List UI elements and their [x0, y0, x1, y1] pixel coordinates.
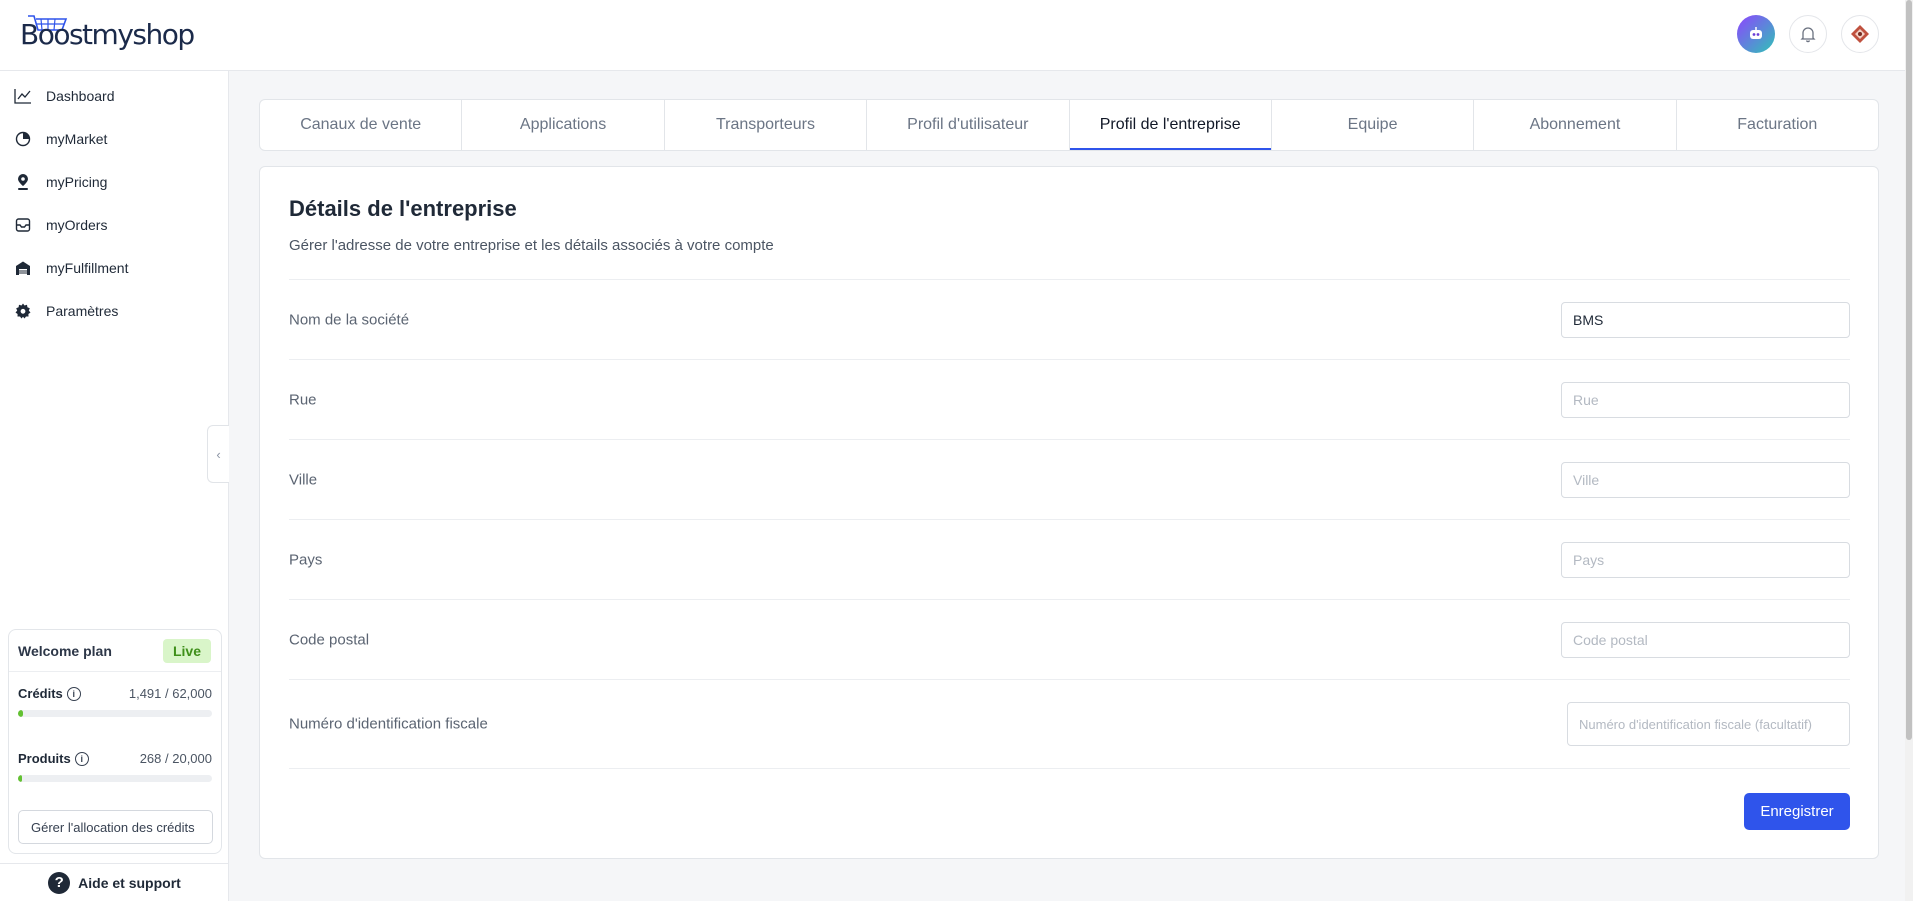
- inbox-icon: [14, 216, 32, 234]
- ai-assistant-button[interactable]: [1737, 15, 1775, 53]
- form-row-city: Ville: [289, 439, 1850, 519]
- sidebar-item-dashboard[interactable]: Dashboard: [0, 74, 228, 117]
- robot-icon: [1750, 27, 1762, 39]
- sidebar-item-label: myFulfillment: [46, 259, 129, 276]
- help-label: Aide et support: [78, 874, 181, 891]
- credits-progress-bar: [18, 710, 212, 717]
- info-icon[interactable]: i: [66, 686, 81, 701]
- boostmyshop-logo[interactable]: Boostmyshop: [20, 14, 195, 56]
- page-scrollbar[interactable]: [1905, 0, 1913, 901]
- postal-code-input[interactable]: [1561, 621, 1850, 658]
- street-label: Rue: [289, 391, 317, 408]
- postal-code-label: Code postal: [289, 631, 370, 648]
- company-name-label: Nom de la société: [289, 311, 410, 328]
- plan-name: Welcome plan: [18, 642, 112, 659]
- sidebar-item-label: myPricing: [46, 173, 108, 190]
- settings-tabs: Canaux de vente Applications Transporteu…: [259, 99, 1879, 151]
- city-input[interactable]: [1561, 461, 1850, 498]
- sidebar-item-mypricing[interactable]: myPricing: [0, 160, 228, 203]
- tab-equipe[interactable]: Equipe: [1272, 100, 1475, 150]
- form-row-country: Pays: [289, 519, 1850, 599]
- products-label: Produits: [18, 751, 71, 766]
- credits-value: 1,491 / 62,000: [128, 686, 212, 701]
- gear-icon: [14, 302, 32, 320]
- tab-canaux-de-vente[interactable]: Canaux de vente: [260, 100, 463, 150]
- form-row-street: Rue: [289, 359, 1850, 439]
- tax-id-input[interactable]: [1567, 702, 1850, 746]
- form-row-company-name: Nom de la société: [289, 279, 1850, 359]
- pie-chart-icon: [14, 130, 32, 148]
- top-header: Boostmyshop: [0, 0, 1913, 71]
- credits-progress-fill: [18, 710, 23, 717]
- help-support-link[interactable]: ? Aide et support: [0, 863, 229, 901]
- company-name-input[interactable]: [1561, 301, 1850, 338]
- user-avatar-button[interactable]: [1841, 15, 1879, 53]
- sidebar-item-mymarket[interactable]: myMarket: [0, 117, 228, 160]
- pin-icon: [14, 173, 32, 191]
- tax-id-label: Numéro d'identification fiscale: [289, 715, 488, 733]
- page-title: Détails de l'entreprise: [289, 196, 517, 221]
- form-row-tax-id: Numéro d'identification fiscale: [289, 679, 1850, 769]
- sidebar-item-label: myMarket: [46, 130, 108, 147]
- bell-icon: [1800, 27, 1816, 43]
- country-label: Pays: [289, 551, 323, 568]
- notifications-button[interactable]: [1789, 15, 1827, 53]
- save-button[interactable]: Enregistrer: [1744, 793, 1850, 830]
- status-badge: Live: [162, 638, 211, 663]
- city-label: Ville: [289, 471, 318, 488]
- tab-transporteurs[interactable]: Transporteurs: [665, 100, 868, 150]
- country-input[interactable]: [1561, 541, 1850, 578]
- logo-text: Boostmyshop: [20, 18, 195, 51]
- sidebar: Dashboard myMarket myPricing myOrders my…: [0, 71, 229, 901]
- chevron-left-icon: ‹: [216, 446, 221, 462]
- question-icon: ?: [48, 871, 71, 894]
- sidebar-item-myorders[interactable]: myOrders: [0, 203, 228, 246]
- plan-card: Welcome plan Live Crédits i 1,491 / 62,0…: [8, 629, 222, 854]
- sidebar-item-parametres[interactable]: Paramètres: [0, 289, 228, 332]
- page-subtitle: Gérer l'adresse de votre entreprise et l…: [289, 237, 774, 254]
- tab-facturation[interactable]: Facturation: [1677, 100, 1878, 150]
- tab-profil-utilisateur[interactable]: Profil d'utilisateur: [867, 100, 1070, 150]
- products-progress-fill: [18, 775, 22, 782]
- sidebar-item-label: Dashboard: [46, 87, 115, 104]
- credits-label: Crédits: [18, 686, 63, 701]
- info-icon[interactable]: i: [74, 751, 89, 766]
- sidebar-item-label: myOrders: [46, 216, 108, 233]
- avatar-icon: [1851, 25, 1869, 43]
- tab-applications[interactable]: Applications: [462, 100, 665, 150]
- credits-meter: Crédits i 1,491 / 62,000: [9, 686, 221, 717]
- form-row-postal-code: Code postal: [289, 599, 1850, 679]
- products-value: 268 / 20,000: [139, 751, 212, 766]
- products-progress-bar: [18, 775, 212, 782]
- tab-abonnement[interactable]: Abonnement: [1474, 100, 1677, 150]
- warehouse-icon: [14, 259, 32, 277]
- chart-line-icon: [14, 87, 32, 105]
- sidebar-item-label: Paramètres: [46, 302, 119, 319]
- sidebar-item-myfulfillment[interactable]: myFulfillment: [0, 246, 228, 289]
- manage-credit-allocation-button[interactable]: Gérer l'allocation des crédits: [18, 810, 213, 844]
- products-meter: Produits i 268 / 20,000: [9, 751, 221, 782]
- collapse-sidebar-button[interactable]: ‹: [207, 425, 229, 483]
- scrollbar-thumb[interactable]: [1906, 0, 1912, 740]
- company-details-card: Détails de l'entreprise Gérer l'adresse …: [259, 166, 1879, 859]
- street-input[interactable]: [1561, 381, 1850, 418]
- tab-profil-entreprise[interactable]: Profil de l'entreprise: [1069, 100, 1272, 150]
